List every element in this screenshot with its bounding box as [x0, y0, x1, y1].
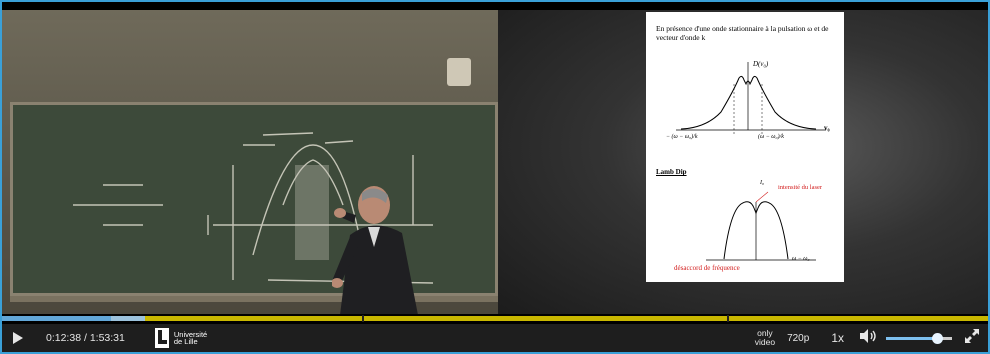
volume-level: [886, 336, 938, 340]
chalk-drawing: [73, 132, 434, 284]
control-bar: 0:12:38 / 1:53:31 Université de Lille on…: [2, 324, 988, 352]
seek-bar[interactable]: [2, 314, 988, 324]
graph2-axis-label: ω − ω₀: [792, 256, 810, 262]
wall-speaker: [447, 58, 471, 86]
fullscreen-icon: [965, 328, 979, 343]
detuning-label: désaccord de fréquence: [674, 264, 740, 272]
play-button[interactable]: [2, 324, 32, 352]
lamb-dip-title: Lamb Dip: [656, 168, 687, 176]
lecturer: [332, 186, 418, 314]
duration: 1:53:31: [89, 332, 125, 344]
camera-video[interactable]: [2, 10, 498, 314]
graph1-axis-label: v₀: [824, 124, 830, 132]
mute-button[interactable]: [860, 328, 878, 348]
graph1-right-label: (ω − ω₀)/k: [758, 134, 784, 140]
blackboard: [10, 102, 498, 296]
chapter-marker[interactable]: [727, 315, 729, 322]
fullscreen-button[interactable]: [964, 328, 980, 349]
intensity-label: intensité du laser: [778, 184, 823, 191]
university-logo: Université de Lille: [154, 328, 207, 348]
university-logo-mark: [154, 328, 169, 348]
play-icon: [12, 332, 23, 344]
graph1-top-label: D(v₀): [753, 60, 769, 68]
lecture-slide: En présence d'une onde stationnaire à la…: [646, 12, 844, 282]
time-display: 0:12:38 / 1:53:31: [46, 332, 125, 344]
volume-handle[interactable]: [932, 332, 944, 344]
volume-slider[interactable]: [886, 332, 952, 344]
media-mode-toggle[interactable]: only video: [755, 329, 775, 347]
slide-video[interactable]: En présence d'une onde stationnaire à la…: [498, 10, 988, 314]
time-separator: /: [81, 332, 90, 344]
chalk-ledge: [10, 296, 498, 302]
graph1-left-label: − (ω − ω₀)/k: [666, 134, 698, 140]
graph2-top-label: I₀: [760, 180, 765, 186]
logo-line2: de Lille: [173, 337, 198, 346]
current-time: 0:12:38: [46, 332, 82, 344]
seek-played: [2, 316, 112, 321]
video-player[interactable]: En présence d'une onde stationnaire à la…: [0, 0, 990, 354]
speed-selector[interactable]: 1x: [831, 331, 844, 345]
slide-graphs: [676, 62, 826, 261]
media-mode-line2: video: [754, 337, 776, 347]
seek-track[interactable]: [2, 316, 988, 321]
chapter-marker[interactable]: [362, 315, 364, 322]
quality-selector[interactable]: 720p: [787, 333, 809, 344]
volume-icon: [860, 328, 876, 343]
